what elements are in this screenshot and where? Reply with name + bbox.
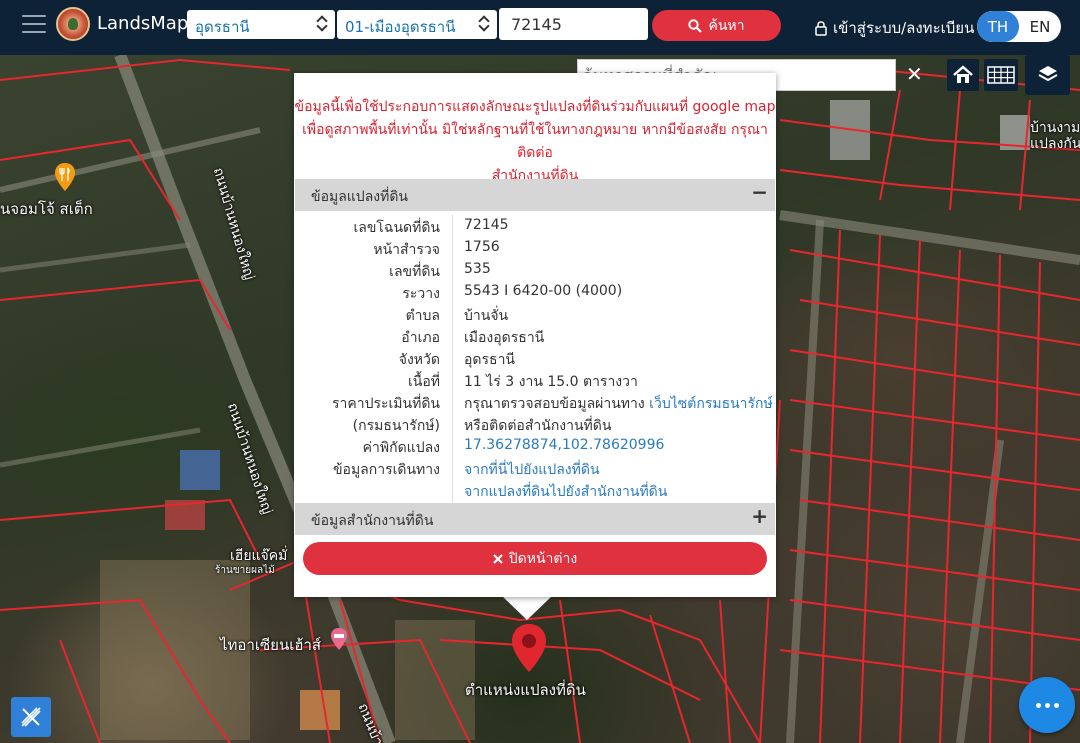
measure-tool-button[interactable]	[11, 697, 51, 737]
district-select-value: 01-เมืองอุดรธานี	[345, 18, 456, 36]
more-icon	[1035, 702, 1041, 708]
table-row: ราคาประเมินที่ดิน กรุณาตรวจสอบข้อมูลผ่าน…	[294, 391, 776, 413]
row-value: 11 ไร่ 3 งาน 15.0 ตารางวา	[464, 374, 638, 390]
lock-icon	[815, 20, 827, 36]
search-button-label: ค้นหา	[708, 17, 745, 34]
section-office-title: ข้อมูลสำนักงานที่ดิน	[311, 513, 434, 529]
top-navbar: LandsMaps อุดรธานี 01-เมืองอุดรธานี ค้นห…	[0, 0, 1080, 55]
grid-icon	[987, 66, 1015, 84]
logo-icon[interactable]	[56, 7, 90, 41]
table-row: ค่าพิกัดแปลง 17.36278874,102.78620996	[294, 435, 776, 457]
row-key: ระวาง	[402, 286, 440, 302]
lang-en-button[interactable]: EN	[1019, 11, 1061, 42]
food-icon[interactable]	[54, 163, 76, 191]
hotel-icon[interactable]	[330, 628, 348, 650]
village-label: แปลงกัน	[1030, 136, 1080, 152]
more-options-button[interactable]	[1019, 677, 1075, 733]
district-select[interactable]: 01-เมืองอุดรธานี	[337, 10, 497, 39]
row-value: 1756	[464, 239, 500, 255]
tool-icon	[21, 707, 41, 727]
province-select-value: อุดรธานี	[195, 18, 250, 36]
notice-line: ข้อมูลนี้เพื่อใช้ประกอบการแสดงลักษณะรูปแ…	[294, 99, 776, 115]
row-key: เลขโฉนดที่ดิน	[353, 220, 440, 236]
lang-th-button[interactable]: TH	[977, 11, 1019, 42]
select-caret-icon	[479, 15, 489, 31]
row-value: หรือติดต่อสำนักงานที่ดิน	[464, 418, 612, 434]
table-row: เลขโฉนดที่ดิน 72145	[294, 215, 776, 237]
table-row: เนื้อที่ 11 ไร่ 3 งาน 15.0 ตารางวา	[294, 369, 776, 391]
row-key: ค่าพิกัดแปลง	[362, 440, 440, 456]
layers-icon	[1038, 66, 1057, 82]
province-select[interactable]: อุดรธานี	[187, 10, 335, 39]
select-caret-icon	[317, 15, 327, 31]
row-value: อุดรธานี	[464, 352, 515, 368]
close-icon[interactable]: ✕	[906, 62, 923, 86]
map-pin-icon[interactable]	[511, 624, 547, 672]
language-toggle: TH EN	[977, 11, 1061, 42]
table-row: (กรมธนารักษ์) หรือติดต่อสำนักงานที่ดิน	[294, 413, 776, 435]
collapse-icon[interactable]: −	[751, 180, 768, 204]
row-key: ข้อมูลการเดินทาง	[332, 462, 440, 478]
directions-to-office-link[interactable]: จากแปลงที่ดินไปยังสำนักงานที่ดิน	[464, 481, 667, 503]
treasury-website-link[interactable]: เว็บไซต์กรมธนารักษ์	[649, 396, 773, 412]
table-row: จากแปลงที่ดินไปยังสำนักงานที่ดิน	[294, 479, 776, 501]
expand-icon[interactable]: +	[751, 504, 768, 528]
layers-button[interactable]	[1025, 55, 1070, 95]
table-row: อำเภอ เมืองอุดรธานี	[294, 325, 776, 347]
marker-label: ตำแหน่งแปลงที่ดิน	[465, 681, 586, 699]
row-key: จังหวัด	[398, 352, 440, 368]
section-office-header[interactable]: ข้อมูลสำนักงานที่ดิน +	[295, 503, 775, 535]
row-value: 535	[464, 261, 491, 277]
table-row: ตำบล บ้านจั่น	[294, 303, 776, 325]
section-parcel-header[interactable]: ข้อมูลแปลงที่ดิน −	[295, 179, 775, 211]
notice-line: เพื่อดูสภาพพื้นที่เท่านั้น มิใช่หลักฐานท…	[302, 122, 768, 161]
close-window-button[interactable]: ปิดหน้าต่าง	[303, 542, 767, 575]
row-value: เมืองอุดรธานี	[464, 330, 545, 346]
row-value: กรุณาตรวจสอบข้อมูลผ่านทาง เว็บไซต์กรมธนา…	[464, 393, 773, 415]
poi-label[interactable]: ไทอาเซียนเฮ้าส์	[220, 633, 321, 657]
coordinates-link[interactable]: 17.36278874,102.78620996	[464, 437, 664, 453]
login-link[interactable]: เข้าสู่ระบบ/ลงทะเบียน	[815, 16, 974, 40]
poi-label[interactable]: นจอมโจ้ สเต็ก	[0, 197, 93, 221]
section-parcel-title: ข้อมูลแปลงที่ดิน	[311, 189, 409, 205]
disclaimer-notice: ข้อมูลนี้เพื่อใช้ประกอบการแสดงลักษณะรูปแ…	[294, 96, 776, 188]
brand-name[interactable]: LandsMaps	[97, 13, 198, 34]
row-key: (กรมธนารักษ์)	[352, 418, 440, 434]
home-icon	[953, 65, 973, 83]
table-row: เลขที่ดิน 535	[294, 259, 776, 281]
parcel-details-table: เลขโฉนดที่ดิน 72145 หน้าสำรวจ 1756 เลขที…	[294, 215, 776, 501]
row-key: หน้าสำรวจ	[373, 242, 440, 258]
row-key: ตำบล	[405, 308, 440, 324]
parcel-info-popup: ข้อมูลนี้เพื่อใช้ประกอบการแสดงลักษณะรูปแ…	[294, 73, 776, 597]
parcel-number-input[interactable]	[499, 8, 648, 40]
row-value: บ้านจั่น	[464, 308, 509, 324]
poi-sublabel: ร้านขายผลไม้	[215, 565, 275, 576]
grid-button[interactable]	[984, 59, 1018, 91]
table-row: ข้อมูลการเดินทาง จากที่นี่ไปยังแปลงที่ดิ…	[294, 457, 776, 479]
row-key: อำเภอ	[401, 330, 440, 346]
table-row: จังหวัด อุดรธานี	[294, 347, 776, 369]
directions-to-parcel-link[interactable]: จากที่นี่ไปยังแปลงที่ดิน	[464, 459, 600, 481]
row-key: เลขที่ดิน	[389, 264, 440, 280]
row-value: 5543 I 6420-00 (4000)	[464, 283, 623, 299]
row-value-text: กรุณาตรวจสอบข้อมูลผ่านทาง	[464, 396, 645, 412]
hamburger-icon[interactable]	[22, 15, 46, 35]
close-window-label: ปิดหน้าต่าง	[508, 550, 578, 567]
times-icon	[493, 553, 503, 564]
table-row: หน้าสำรวจ 1756	[294, 237, 776, 259]
row-key: ราคาประเมินที่ดิน	[331, 396, 440, 412]
search-icon	[688, 18, 703, 33]
home-button[interactable]	[947, 59, 979, 91]
row-key: เนื้อที่	[408, 374, 440, 390]
popup-pointer	[502, 596, 552, 620]
row-value: 72145	[464, 217, 509, 233]
table-row: ระวาง 5543 I 6420-00 (4000)	[294, 281, 776, 303]
login-label: เข้าสู่ระบบ/ลงทะเบียน	[833, 19, 975, 37]
search-button[interactable]: ค้นหา	[652, 10, 781, 41]
